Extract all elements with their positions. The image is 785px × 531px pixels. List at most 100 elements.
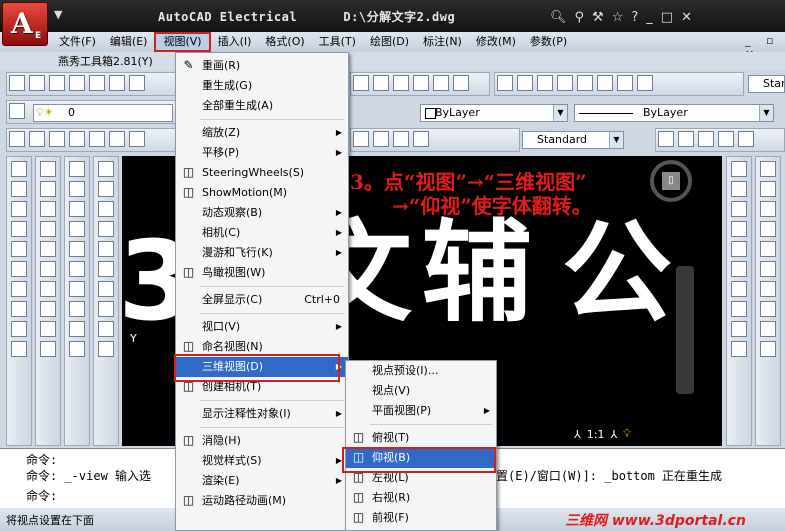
- view-menu-item[interactable]: 视口(V) ▶: [176, 317, 348, 337]
- view-menu-item[interactable]: ◫ 消隐(H): [176, 431, 348, 451]
- snap-center-icon[interactable]: [718, 131, 734, 147]
- view-nw-icon[interactable]: [98, 341, 114, 357]
- polysolid-icon[interactable]: [69, 161, 85, 177]
- intersect-icon[interactable]: [40, 201, 56, 217]
- command-prompt[interactable]: 命令:: [26, 487, 57, 504]
- view-ne-icon[interactable]: [98, 321, 114, 337]
- view-bottom-icon[interactable]: [98, 181, 114, 197]
- view-menu-item[interactable]: ✎ 重画(R): [176, 56, 348, 76]
- snap-intersect-icon[interactable]: [698, 131, 714, 147]
- open-file-icon[interactable]: [29, 75, 45, 91]
- layer-properties-icon[interactable]: [9, 103, 25, 119]
- view-menu-item[interactable]: 平移(P) ▶: [176, 143, 348, 163]
- cylinder-icon[interactable]: [69, 261, 85, 277]
- new-file-icon[interactable]: [9, 75, 25, 91]
- color-combo[interactable]: ByLayer ▼: [420, 104, 568, 122]
- view-right-icon[interactable]: [98, 221, 114, 237]
- table-icon[interactable]: [453, 75, 469, 91]
- menu-edit[interactable]: 编辑(E): [103, 32, 155, 52]
- cone-icon[interactable]: [69, 221, 85, 237]
- application-menu-button[interactable]: A E: [2, 2, 48, 46]
- text-style-icon[interactable]: [577, 75, 593, 91]
- menu-draw[interactable]: 绘图(D): [363, 32, 416, 52]
- sphere-icon[interactable]: [69, 241, 85, 257]
- save-icon[interactable]: [49, 75, 65, 91]
- rotate-face-icon[interactable]: [40, 301, 56, 317]
- 3d-views-menu-item[interactable]: ◫ 仰视(B): [346, 448, 496, 468]
- text-icon[interactable]: [497, 75, 513, 91]
- 3d-views-menu-item[interactable]: 视点(V): [346, 381, 496, 401]
- view-menu-item[interactable]: 视觉样式(S) ▶: [176, 451, 348, 471]
- diameter-icon[interactable]: [129, 131, 145, 147]
- offset-object-icon[interactable]: [760, 221, 776, 237]
- rectangle-icon[interactable]: [731, 241, 747, 257]
- wrench-icon[interactable]: ⚒: [592, 10, 604, 25]
- view-menu-item[interactable]: 相机(C) ▶: [176, 223, 348, 243]
- view-menu-item[interactable]: 全屏显示(C) Ctrl+0: [176, 290, 348, 310]
- jogged-icon[interactable]: [109, 131, 125, 147]
- mirror-tool-icon[interactable]: [11, 241, 27, 257]
- scale-tool-icon[interactable]: [11, 321, 27, 337]
- menu-file[interactable]: 文件(F): [52, 32, 103, 52]
- binoculars-icon[interactable]: ⚲: [575, 10, 585, 25]
- 3d-views-menu-item[interactable]: ◫ 左视(L): [346, 468, 496, 488]
- view-menu-item[interactable]: 显示注释性对象(I) ▶: [176, 404, 348, 424]
- view-menu-item[interactable]: 全部重生成(A): [176, 96, 348, 116]
- view-menu-item[interactable]: 动态观察(B) ▶: [176, 203, 348, 223]
- multiline-text-icon[interactable]: [517, 75, 533, 91]
- layer-states-icon[interactable]: [413, 75, 429, 91]
- subtract-icon[interactable]: [40, 181, 56, 197]
- offset-tool-icon[interactable]: [11, 261, 27, 277]
- aligned-dimension-icon[interactable]: [29, 131, 45, 147]
- revision-cloud-icon[interactable]: [731, 301, 747, 317]
- view-top-icon[interactable]: [98, 161, 114, 177]
- copy-object-icon[interactable]: [760, 181, 776, 197]
- scale-object-icon[interactable]: [760, 301, 776, 317]
- array-object-icon[interactable]: [760, 241, 776, 257]
- move-face-icon[interactable]: [40, 241, 56, 257]
- ellipse-icon[interactable]: [731, 341, 747, 357]
- view-front-icon[interactable]: [98, 241, 114, 257]
- view-menu-item[interactable]: ◫ 命名视图(N): [176, 337, 348, 357]
- offset-face-icon[interactable]: [40, 261, 56, 277]
- view-menu-item[interactable]: ◫ 创建相机(T): [176, 377, 348, 397]
- layer-combo[interactable]: 💡︎☀︎ 0: [33, 104, 173, 122]
- pyramid-icon[interactable]: [69, 301, 85, 317]
- rotate-tool-icon[interactable]: [11, 201, 27, 217]
- erase-tool-icon[interactable]: [760, 161, 776, 177]
- move-object-icon[interactable]: [760, 261, 776, 277]
- layer-icon[interactable]: [433, 75, 449, 91]
- cut-icon[interactable]: [129, 75, 145, 91]
- find-text-icon[interactable]: [537, 75, 553, 91]
- minimize-icon[interactable]: _: [646, 10, 653, 25]
- center-mark-icon[interactable]: [353, 131, 369, 147]
- view-menu-item[interactable]: ◫ 鸟瞰视图(W): [176, 263, 348, 283]
- linetype-combo[interactable]: ByLayer ▼: [574, 104, 774, 122]
- help-icon[interactable]: ?: [631, 10, 638, 25]
- 3d-views-menu-item[interactable]: ◫ 前视(F): [346, 508, 496, 528]
- trim-icon[interactable]: [760, 321, 776, 337]
- menu-modify[interactable]: 修改(M): [469, 32, 523, 52]
- view-menu-item[interactable]: ◫ SteeringWheels(S): [176, 163, 348, 183]
- erase-icon[interactable]: [393, 75, 409, 91]
- match-properties-icon[interactable]: [353, 75, 369, 91]
- annotation-scale-value[interactable]: 1:1: [587, 428, 605, 441]
- dim-text-edit-icon[interactable]: [393, 131, 409, 147]
- view-se-icon[interactable]: [98, 301, 114, 317]
- draw-polyline-icon[interactable]: [731, 201, 747, 217]
- move-tool-icon[interactable]: [11, 301, 27, 317]
- annotation-scale-icon[interactable]: ⅄: [574, 428, 581, 441]
- line-tool-icon[interactable]: [11, 161, 27, 177]
- wedge-icon[interactable]: [69, 201, 85, 217]
- dim-edit-icon[interactable]: [373, 131, 389, 147]
- view-sw-icon[interactable]: [98, 281, 114, 297]
- menu-insert[interactable]: 插入(I): [211, 32, 259, 52]
- view-menu-item[interactable]: ◫ ShowMotion(M): [176, 183, 348, 203]
- view-menu-item[interactable]: 漫游和飞行(K) ▶: [176, 243, 348, 263]
- view-menu-item[interactable]: 三维视图(D) ▶: [176, 357, 348, 377]
- dim-style-combo[interactable]: Standard ▼: [522, 131, 624, 149]
- spell-check-icon[interactable]: [557, 75, 573, 91]
- menu-view[interactable]: 视图(V): [154, 32, 211, 52]
- dim-update-icon[interactable]: [413, 131, 429, 147]
- annotation-visibility-icon[interactable]: ⅄: [610, 428, 617, 441]
